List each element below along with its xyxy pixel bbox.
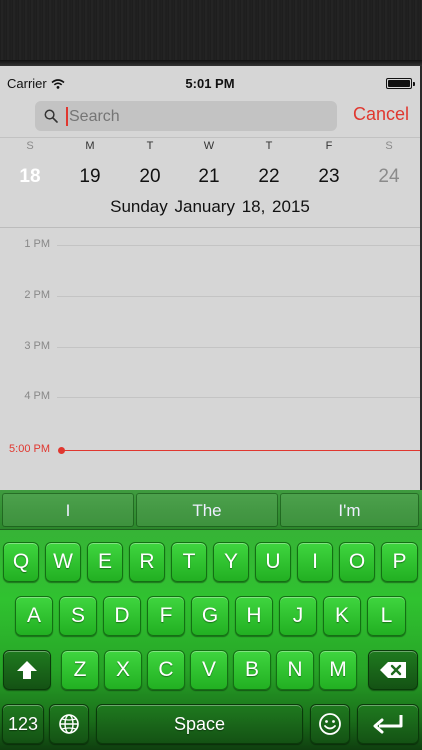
key-d[interactable]: D (103, 596, 141, 636)
day-number: 21 (198, 166, 220, 187)
key-v[interactable]: V (190, 650, 228, 690)
suggestion-bar: I The I'm (0, 490, 422, 530)
key-p[interactable]: P (381, 542, 418, 582)
weekday-tue: T (146, 140, 154, 152)
search-icon (44, 109, 58, 123)
week-strip: S M T W T F S 18 19 20 21 22 23 24 Sunda… (0, 140, 420, 230)
hour-label: 2 PM (24, 289, 50, 301)
day-19[interactable]: 19 (70, 160, 110, 194)
hour-row[interactable]: 2 PM (0, 289, 420, 303)
day-number: 23 (318, 166, 340, 187)
key-t[interactable]: T (171, 542, 207, 582)
hour-line (57, 397, 420, 398)
weekday-thu: T (265, 140, 273, 152)
key-x[interactable]: X (104, 650, 142, 690)
day-number: 20 (139, 166, 161, 187)
day-24[interactable]: 24 (369, 160, 409, 194)
header-divider (0, 137, 420, 138)
hour-line (57, 245, 420, 246)
current-time-line (60, 450, 420, 451)
key-q[interactable]: Q (3, 542, 39, 582)
key-z[interactable]: Z (61, 650, 99, 690)
key-u[interactable]: U (255, 542, 291, 582)
status-bar: Carrier 5:01 PM (0, 66, 420, 100)
return-key[interactable] (357, 704, 419, 744)
current-time-label: 5:00 PM (9, 443, 50, 455)
numbers-key[interactable]: 123 (2, 704, 44, 744)
backspace-icon (380, 662, 406, 679)
day-number: 19 (79, 166, 101, 187)
key-c[interactable]: C (147, 650, 185, 690)
day-23[interactable]: 23 (309, 160, 349, 194)
key-y[interactable]: Y (213, 542, 249, 582)
key-b[interactable]: B (233, 650, 271, 690)
globe-icon (59, 714, 79, 735)
suggestion-1[interactable]: I (2, 493, 134, 527)
key-g[interactable]: G (191, 596, 229, 636)
key-k[interactable]: K (323, 596, 361, 636)
day-20[interactable]: 20 (130, 160, 170, 194)
day-21[interactable]: 21 (189, 160, 229, 194)
strip-divider (0, 227, 420, 228)
key-i[interactable]: I (297, 542, 333, 582)
battery-icon (386, 78, 415, 89)
day-number: 22 (258, 166, 280, 187)
delete-key[interactable] (368, 650, 418, 690)
emoji-key[interactable] (310, 704, 350, 744)
key-j[interactable]: J (279, 596, 317, 636)
key-w[interactable]: W (45, 542, 81, 582)
keyboard: I The I'm Q W E R T Y U I O P A S D F G … (0, 490, 422, 750)
key-n[interactable]: N (276, 650, 314, 690)
status-time: 5:01 PM (185, 76, 235, 91)
return-arrow-icon (373, 715, 403, 734)
shift-arrow-icon (17, 661, 37, 680)
shift-key[interactable] (3, 650, 51, 690)
weekday-sat: S (385, 140, 393, 152)
key-f[interactable]: F (147, 596, 185, 636)
key-o[interactable]: O (339, 542, 375, 582)
cancel-button[interactable]: Cancel (353, 104, 409, 125)
weekday-sun: S (26, 140, 34, 152)
day-22[interactable]: 22 (249, 160, 289, 194)
emoji-icon (319, 713, 341, 736)
key-s[interactable]: S (59, 596, 97, 636)
hour-label: 3 PM (24, 340, 50, 352)
suggestion-2[interactable]: The (136, 493, 278, 527)
search-field[interactable] (35, 101, 337, 131)
hour-line (57, 296, 420, 297)
day-number: 24 (378, 166, 400, 187)
text-cursor (66, 107, 68, 126)
suggestion-3[interactable]: I'm (280, 493, 419, 527)
weekday-wed: W (203, 140, 215, 152)
hour-label: 4 PM (24, 390, 50, 402)
search-input[interactable] (69, 108, 276, 126)
key-e[interactable]: E (87, 542, 123, 582)
hour-row[interactable]: 3 PM (0, 340, 420, 354)
day-18-selected[interactable]: 18 (10, 157, 50, 197)
current-time-indicator: 5:00 PM (0, 443, 420, 457)
hour-row[interactable]: 4 PM (0, 390, 420, 404)
weekday-fri: F (325, 140, 333, 152)
hour-line (57, 347, 420, 348)
key-h[interactable]: H (235, 596, 273, 636)
hour-label: 1 PM (24, 238, 50, 250)
selected-date-label: Sunday January 18, 2015 (110, 197, 310, 216)
device-frame-top (0, 0, 422, 66)
globe-key[interactable] (49, 704, 89, 744)
day-number: 18 (19, 166, 41, 187)
space-key[interactable]: Space (96, 704, 303, 744)
key-m[interactable]: M (319, 650, 357, 690)
hour-row[interactable]: 1 PM (0, 238, 420, 252)
key-r[interactable]: R (129, 542, 165, 582)
key-a[interactable]: A (15, 596, 53, 636)
weekday-mon: M (85, 140, 95, 152)
key-l[interactable]: L (367, 596, 406, 636)
